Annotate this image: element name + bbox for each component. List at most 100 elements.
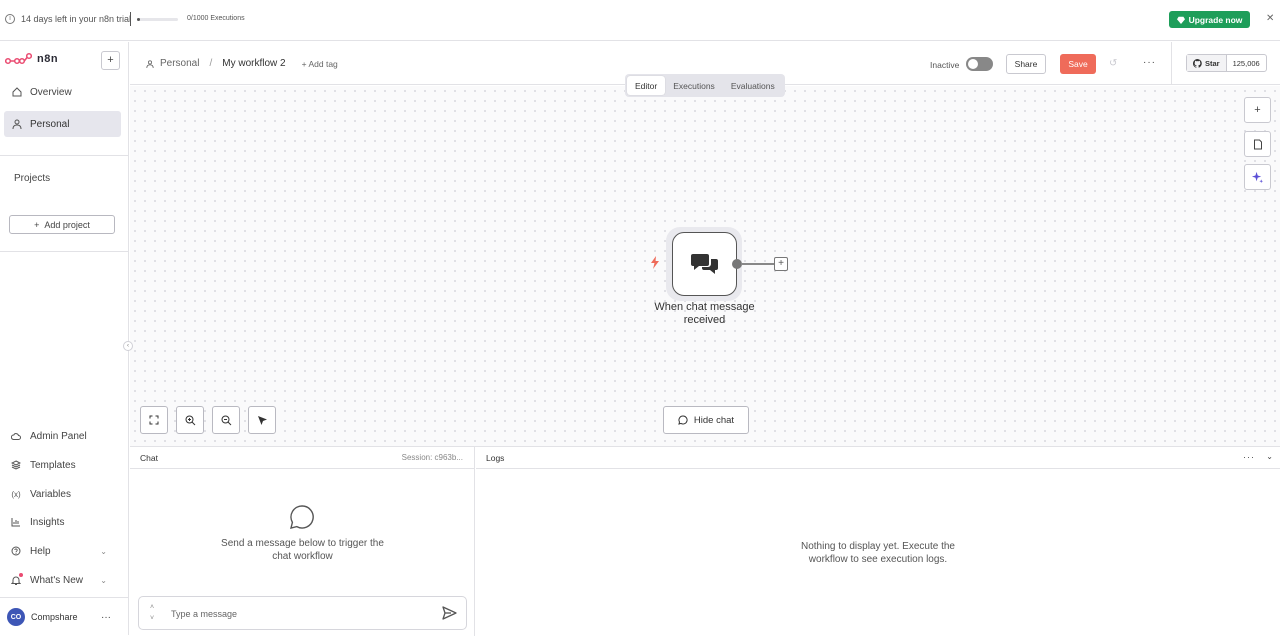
github-star-button[interactable]: Star 125,006 <box>1186 54 1267 72</box>
github-star-area: Star 125,006 <box>1171 42 1280 85</box>
add-project-button[interactable]: + Add project <box>9 215 115 234</box>
logs-panel: Logs ··· ⌄ Nothing to display yet. Execu… <box>476 447 1280 636</box>
gem-icon <box>1176 16 1185 24</box>
node-label: When chat message received <box>654 301 755 326</box>
chat-empty-message: Send a message below to trigger the chat… <box>221 538 384 562</box>
save-button[interactable]: Save <box>1060 54 1096 74</box>
fit-view-button[interactable] <box>140 406 168 434</box>
projects-heading: Projects <box>14 173 51 184</box>
notification-dot <box>19 573 23 577</box>
logs-panel-title: Logs <box>486 453 505 463</box>
sidebar-divider <box>0 597 128 598</box>
github-star-label: Star <box>1205 58 1220 68</box>
breadcrumb-separator: / <box>209 58 213 69</box>
sidebar-item-label: Templates <box>30 459 76 471</box>
zoom-out-button[interactable] <box>212 406 240 434</box>
history-navigation-icon[interactable]: ˄ ˅ <box>150 602 154 624</box>
executions-progress-bar <box>137 18 178 21</box>
node-connection-line <box>741 263 775 265</box>
sidebar-item-label: Insights <box>30 516 65 528</box>
sidebar-item-label: Variables <box>30 488 71 500</box>
bell-icon <box>11 573 23 585</box>
executions-progress-fill <box>137 18 140 21</box>
sidebar-item-variables[interactable]: (x) Variables <box>11 485 121 503</box>
workflow-canvas[interactable]: + + When chat message received Hide chat <box>130 86 1280 446</box>
chevron-down-icon[interactable]: ⌄ <box>1266 452 1273 461</box>
create-new-button[interactable]: + <box>101 51 120 70</box>
github-star-count: 125,006 <box>1232 58 1260 68</box>
sidebar-item-label: Personal <box>30 118 70 130</box>
workflow-name[interactable]: My workflow 2 <box>222 58 285 69</box>
add-next-node-button[interactable]: + <box>774 257 788 271</box>
sidebar-item-whats-new[interactable]: What's New ⌄ <box>11 571 121 589</box>
more-options-icon[interactable]: ··· <box>1243 452 1255 462</box>
sidebar-divider <box>0 251 128 252</box>
tab-evaluations[interactable]: Evaluations <box>723 76 783 95</box>
more-options-icon[interactable]: ··· <box>101 612 111 623</box>
zoom-in-icon <box>185 415 195 425</box>
hide-chat-button[interactable]: Hide chat <box>663 406 749 434</box>
sidebar-item-personal[interactable]: Personal <box>4 111 121 137</box>
logo-text: n8n <box>37 53 59 65</box>
tab-executions[interactable]: Executions <box>665 76 723 95</box>
trigger-bolt-icon <box>650 256 660 272</box>
sidebar-item-label: Overview <box>30 86 72 98</box>
chat-message-input[interactable] <box>171 606 431 622</box>
tidy-up-button[interactable] <box>248 406 276 434</box>
n8n-logo[interactable]: n8n <box>5 52 58 66</box>
add-tag-button[interactable]: + Add tag <box>302 59 338 69</box>
sidebar-item-insights[interactable]: Insights <box>11 513 121 531</box>
active-toggle[interactable] <box>966 57 993 71</box>
collapse-sidebar-button[interactable]: ‹ <box>123 341 133 351</box>
sidebar-item-help[interactable]: Help ⌄ <box>11 542 121 560</box>
cursor-icon <box>257 415 267 425</box>
zoom-in-button[interactable] <box>176 406 204 434</box>
banner-divider <box>130 12 131 26</box>
upgrade-now-button[interactable]: Upgrade now <box>1169 11 1250 28</box>
tab-editor[interactable]: Editor <box>627 76 666 95</box>
send-icon[interactable] <box>442 606 457 625</box>
sidebar-item-overview[interactable]: Overview <box>4 79 121 105</box>
chat-trigger-node[interactable] <box>672 232 737 296</box>
zoom-out-icon <box>221 415 231 425</box>
plus-icon: + <box>1254 104 1261 116</box>
add-project-label: Add project <box>44 219 90 230</box>
upgrade-label: Upgrade now <box>1188 14 1243 25</box>
chat-bubble-icon <box>678 415 688 425</box>
user-icon <box>12 119 22 129</box>
user-menu[interactable]: CO Compshare ··· <box>7 608 119 626</box>
sidebar: n8n + Overview Personal Projects + Add p… <box>0 42 133 635</box>
info-icon: i <box>5 14 15 24</box>
history-icon[interactable]: ↺ <box>1109 58 1117 69</box>
layers-icon <box>11 460 21 470</box>
ai-assistant-button[interactable] <box>1244 164 1271 190</box>
variable-icon: (x) <box>11 489 21 499</box>
share-button[interactable]: Share <box>1006 54 1046 74</box>
sidebar-item-label: Help <box>30 545 51 557</box>
hide-chat-label: Hide chat <box>693 414 735 426</box>
chat-panel: Chat Session: c963b... Send a message be… <box>130 447 475 636</box>
add-sticky-note-button[interactable] <box>1244 131 1271 157</box>
close-banner-icon[interactable]: ✕ <box>1266 13 1274 24</box>
more-options-icon[interactable]: ··· <box>1143 57 1156 68</box>
sticky-note-icon <box>1253 139 1262 149</box>
executions-count: 0/1000 Executions <box>187 15 245 22</box>
add-node-button[interactable]: + <box>1244 97 1271 123</box>
session-id[interactable]: Session: c963b... <box>402 453 463 462</box>
sidebar-item-admin-panel[interactable]: Admin Panel <box>11 427 121 445</box>
github-icon <box>1193 58 1202 68</box>
chat-input-box: ˄ ˅ <box>138 596 467 630</box>
chat-panel-title: Chat <box>140 453 158 463</box>
chat-panel-header: Chat Session: c963b... <box>130 447 474 469</box>
breadcrumb-project[interactable]: Personal <box>160 58 199 69</box>
bar-chart-icon <box>11 517 21 527</box>
status-label: Inactive <box>930 60 960 70</box>
avatar: CO <box>7 608 25 626</box>
help-circle-icon <box>11 546 21 556</box>
sparkle-icon <box>1251 171 1264 183</box>
trial-text: 14 days left in your n8n trial <box>21 14 132 24</box>
user-icon <box>146 59 154 68</box>
logs-panel-header: Logs ··· ⌄ <box>476 447 1280 469</box>
user-name: Compshare <box>31 612 78 622</box>
sidebar-item-templates[interactable]: Templates <box>11 456 121 474</box>
